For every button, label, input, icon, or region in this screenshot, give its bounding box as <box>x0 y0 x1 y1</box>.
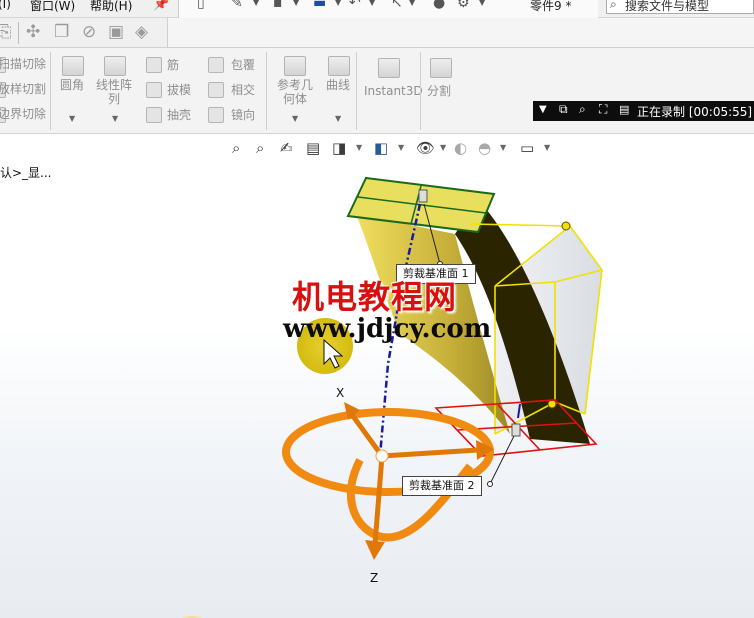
wrap-icon <box>208 57 224 73</box>
leader-dot <box>487 481 493 487</box>
draft-icon <box>146 82 162 98</box>
undo-icon[interactable]: ↶ <box>349 0 361 11</box>
property-manager-icon[interactable]: ✣ <box>26 22 40 42</box>
curves-icon <box>328 56 350 76</box>
recording-status-label: 正在录制 <box>637 105 686 119</box>
reference-geometry-button[interactable]: 参考几 何体 <box>277 78 313 106</box>
chevron-down-icon[interactable]: ▼ <box>479 0 485 7</box>
split-icon <box>430 58 452 78</box>
document-title: 零件9 * <box>530 0 572 13</box>
boundary-cut-button[interactable]: 边界切除 <box>0 107 46 121</box>
chevron-down-icon[interactable]: ▼ <box>409 0 415 7</box>
rib-button[interactable]: 筋 <box>167 58 179 72</box>
trim-plane-2-callout[interactable]: 剪裁基准面 2 <box>402 476 482 496</box>
divider <box>356 52 357 130</box>
watermark-chinese: 机电教程网 <box>292 278 458 316</box>
lofted-cut-button[interactable]: 放样切割 <box>0 82 46 96</box>
recording-bar: ▼ ⧉ ⌕ ⛶ ▤ 正在录制 [00:05:55] <box>533 101 754 121</box>
menu-help[interactable]: 帮助(H) <box>90 0 132 14</box>
draft-button[interactable]: 拔模 <box>167 83 191 97</box>
divider <box>266 52 267 130</box>
menu-window[interactable]: 窗口(W) <box>30 0 75 14</box>
fullscreen-icon[interactable]: ⛶ <box>599 102 607 117</box>
intersect-icon <box>208 82 224 98</box>
box-handle[interactable] <box>547 399 557 409</box>
rebuild-icon[interactable]: ● <box>433 0 445 11</box>
plane-1-marker[interactable] <box>418 189 428 203</box>
search-placeholder: 搜索文件与模型 <box>625 0 710 13</box>
axis-z-label: Z <box>370 571 379 585</box>
save-icon[interactable]: ▪ <box>273 0 283 11</box>
mirror-button[interactable]: 镜向 <box>231 108 255 122</box>
chevron-down-icon[interactable]: ▼ <box>369 0 375 7</box>
display-manager-icon[interactable]: ▣ <box>108 22 124 42</box>
fillet-button[interactable]: 圆角 <box>60 78 84 92</box>
new-document-icon[interactable]: ▯ <box>197 0 205 11</box>
divider <box>420 52 421 130</box>
configuration-manager-icon[interactable]: ❐ <box>54 22 69 42</box>
menu-insert[interactable]: (I) <box>0 0 11 11</box>
gear-icon[interactable]: ⚙ <box>457 0 470 11</box>
features-ribbon: 扫描切除 放样切割 边界切除 圆角 ▼ 线性阵 列 ▼ 筋 拔模 抽壳 包覆 相… <box>0 48 754 134</box>
feature-tree-toolbar: ⎘ ✣ ❐ ⊘ ▣ ◈ <box>0 18 168 48</box>
chevron-down-icon[interactable]: ▼ <box>112 114 118 123</box>
instant3d-button[interactable]: Instant3D <box>364 84 423 98</box>
divider <box>50 52 51 130</box>
shell-icon <box>146 107 162 123</box>
fillet-icon <box>62 56 84 76</box>
dimxpert-icon[interactable]: ⊘ <box>82 22 96 42</box>
settings-icon[interactable]: ▤ <box>619 103 629 116</box>
model-scene <box>282 176 603 560</box>
shell-button[interactable]: 抽壳 <box>167 108 191 122</box>
zoom-icon[interactable]: ⌕ <box>579 102 586 117</box>
reference-geometry-icon <box>284 56 306 76</box>
print-icon[interactable]: ▬ <box>313 0 326 11</box>
select-cursor-icon[interactable]: ↖ <box>391 0 403 11</box>
trim-plane-2-label: 剪裁基准面 2 <box>409 479 475 492</box>
appearance-icon[interactable]: ◈ <box>135 22 148 42</box>
rotation-ring-vertical[interactable] <box>347 458 474 542</box>
graphics-area[interactable]: ⌕ ⌕ ✍ ▤ ◨ ▼ ◧ ▼ 👁 ▼ ◐ ◓ ▼ ▭ ▼ 认>_显... 剪裁… <box>0 134 754 618</box>
pin-icon[interactable]: 📌 <box>153 0 169 12</box>
window-icon[interactable]: ⧉ <box>559 102 568 117</box>
chevron-down-icon[interactable]: ▼ <box>292 114 298 123</box>
search-icon: ⌕ <box>610 0 617 11</box>
chevron-down-icon[interactable]: ▼ <box>253 0 259 7</box>
chevron-down-icon[interactable]: ▼ <box>69 114 75 123</box>
bottom-logo <box>181 616 203 618</box>
swept-cut-button[interactable]: 扫描切除 <box>0 57 46 71</box>
chevron-down-icon[interactable]: ▼ <box>293 0 299 7</box>
collapse-icon[interactable]: ▼ <box>539 104 547 115</box>
open-icon[interactable]: ✎ <box>231 0 243 11</box>
menu-bar: (I) 窗口(W) 帮助(H) 📌 ▯ ✎ ▼ ▪ ▼ ▬ ▼ ↶ ▼ ↖ ▼ … <box>0 0 754 18</box>
search-input[interactable]: ⌕ 搜索文件与模型 <box>606 0 754 14</box>
linear-pattern-button[interactable]: 线性阵 列 <box>96 78 132 106</box>
recording-time: [00:05:55] <box>688 105 753 119</box>
wrap-button[interactable]: 包覆 <box>231 58 255 72</box>
divider <box>18 22 19 44</box>
axis-x-label: X <box>336 386 345 400</box>
leader-line <box>489 433 516 485</box>
solidworks-window: (I) 窗口(W) 帮助(H) 📌 ▯ ✎ ▼ ▪ ▼ ▬ ▼ ↶ ▼ ↖ ▼ … <box>0 0 754 618</box>
chevron-down-icon[interactable]: ▼ <box>335 0 341 7</box>
rib-icon <box>146 57 162 73</box>
mirror-icon <box>208 107 224 123</box>
chevron-down-icon[interactable]: ▼ <box>335 114 341 123</box>
curves-button[interactable]: 曲线 <box>326 78 350 92</box>
feature-manager-icon[interactable]: ⎘ <box>0 22 12 42</box>
box-handle[interactable] <box>561 221 571 231</box>
toolbar-strip <box>168 18 754 48</box>
watermark-url: www.jdjcy.com <box>283 314 492 344</box>
split-button[interactable]: 分割 <box>427 84 451 98</box>
recording-status: 正在录制 [00:05:55] <box>637 103 752 120</box>
linear-pattern-icon <box>104 56 126 76</box>
intersect-button[interactable]: 相交 <box>231 83 255 97</box>
instant3d-icon <box>378 58 400 78</box>
